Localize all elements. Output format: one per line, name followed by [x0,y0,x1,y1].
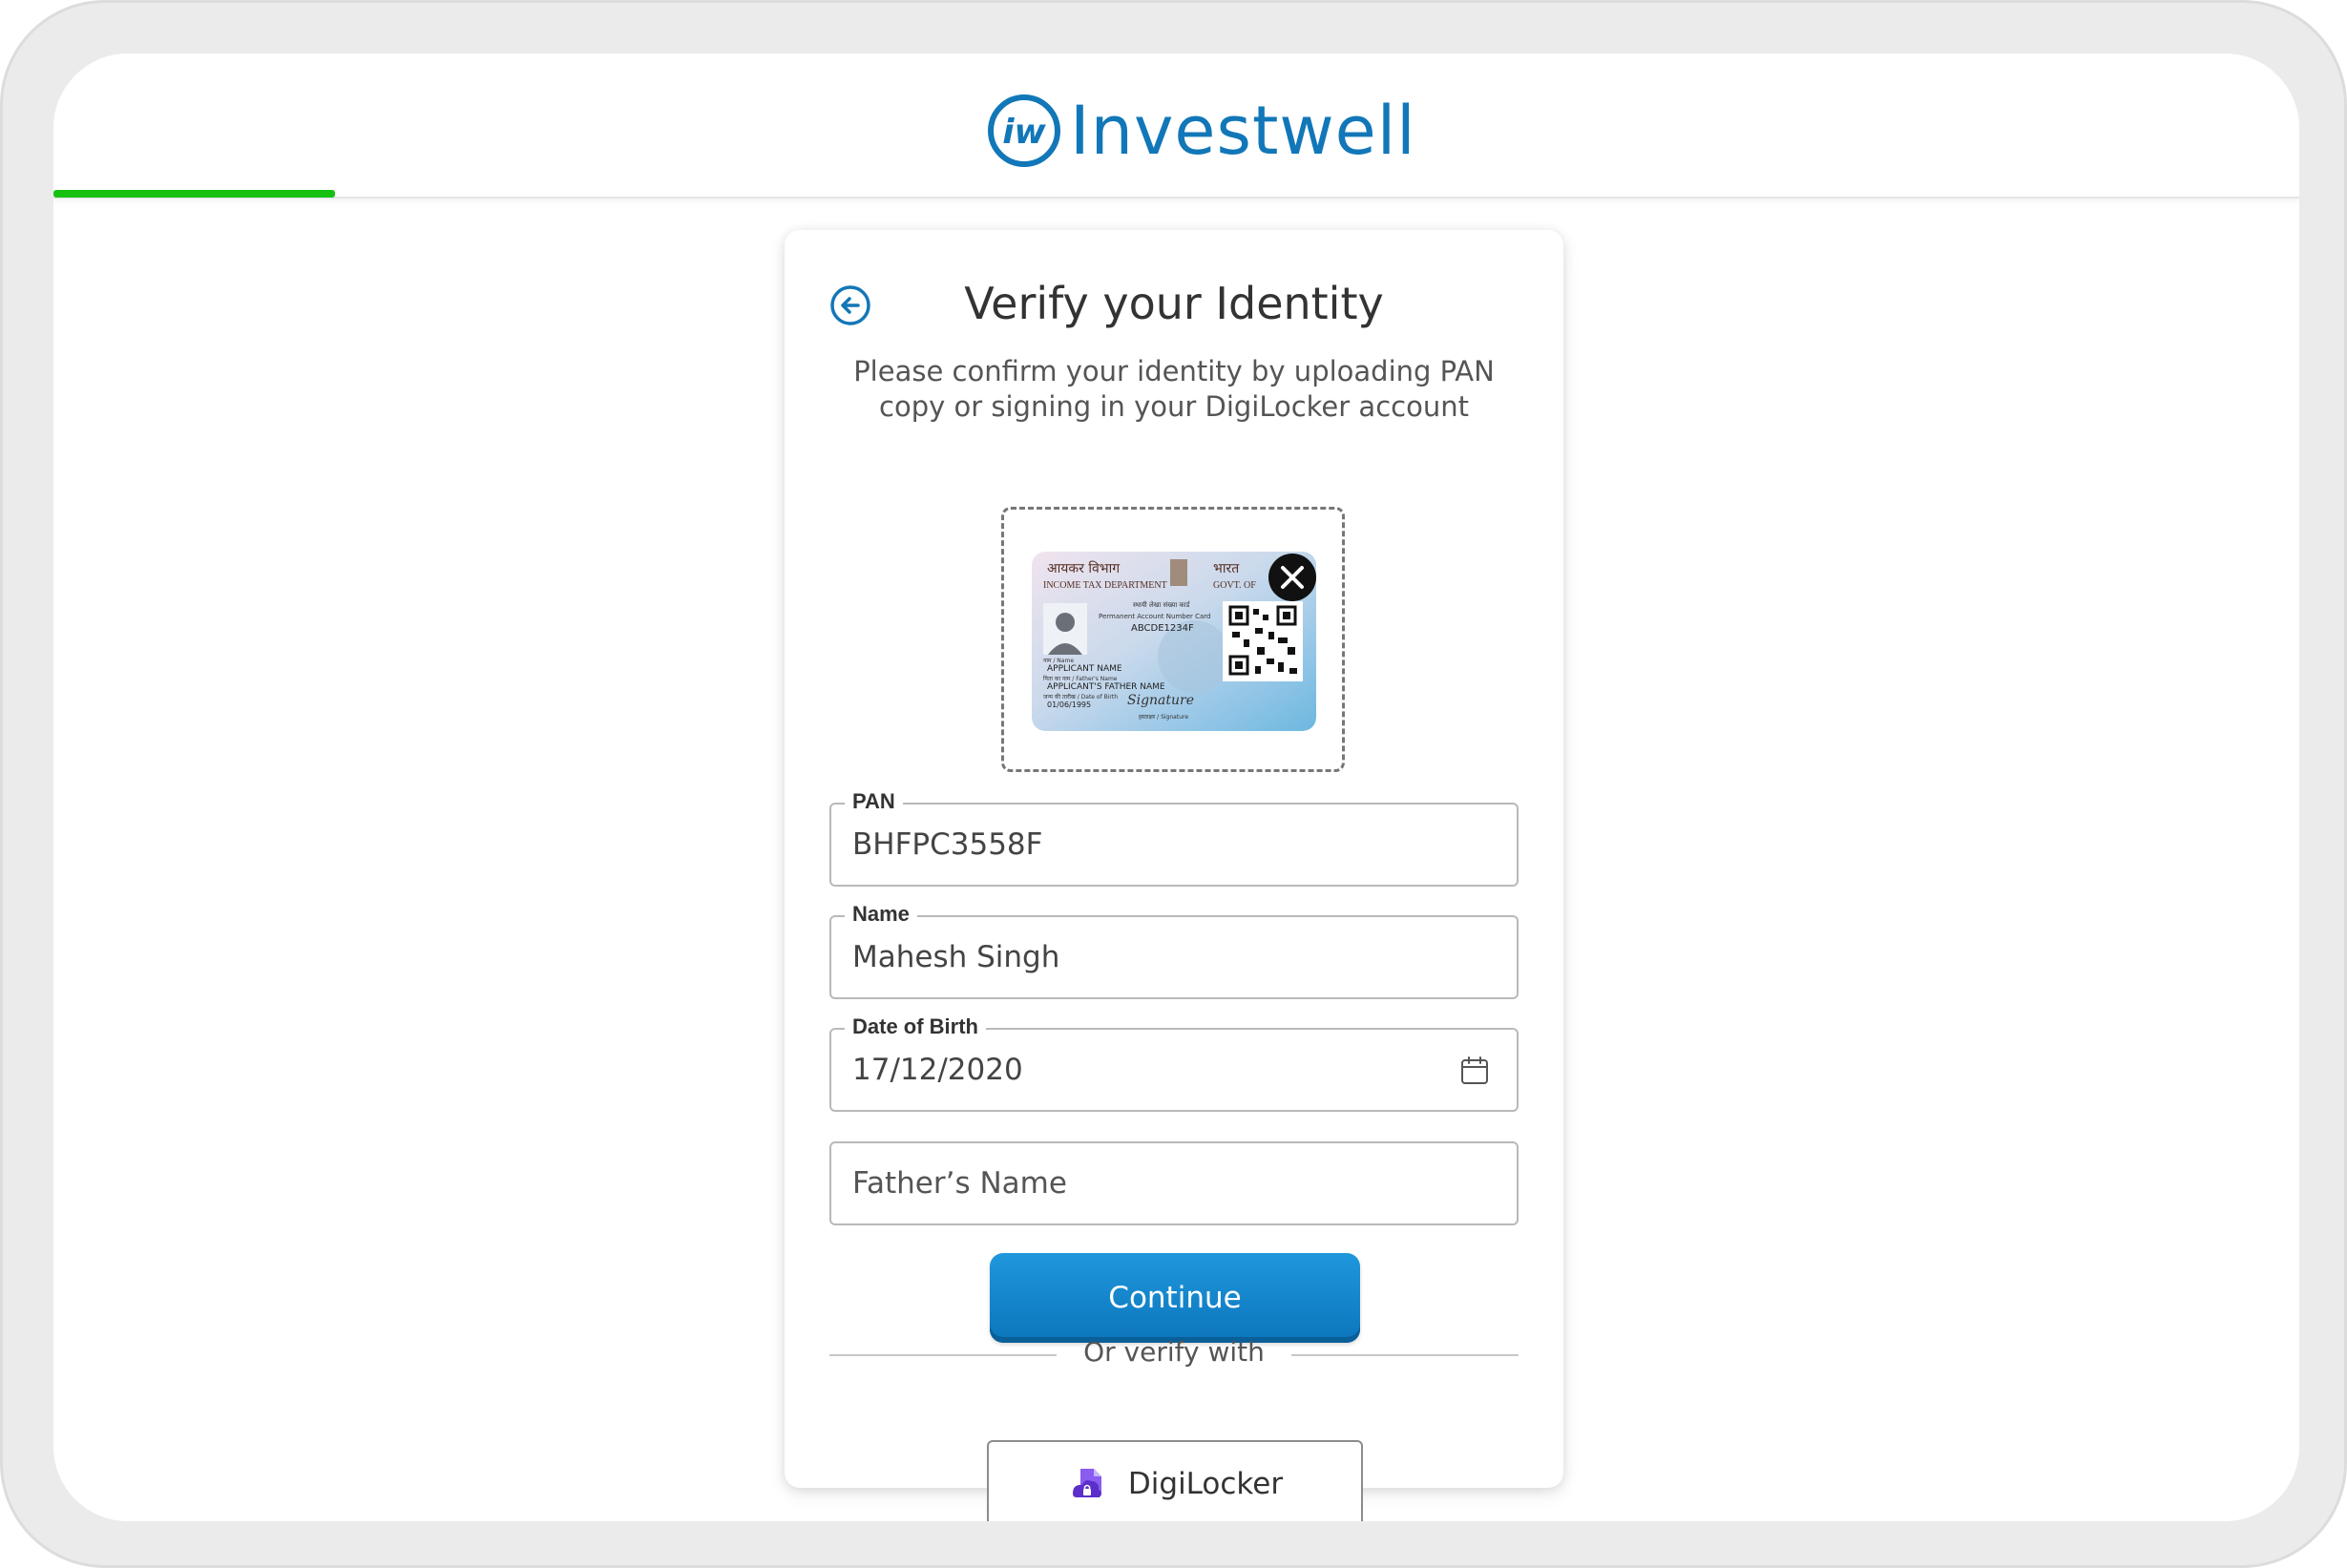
pan-card-title: Permanent Account Number Card [1099,613,1211,620]
page-title: Verify your Identity [964,278,1384,329]
emblem-icon [1170,559,1187,586]
onboarding-progress-bar [53,190,335,198]
pan-input[interactable] [852,822,1463,868]
pan-number: ABCDE1234F [1131,623,1194,634]
dob-field: Date of Birth [829,1014,1519,1112]
father-name-field [829,1141,1519,1225]
or-verify-text: Or verify with [1083,1336,1265,1368]
top-header: iw Investwell [53,53,2299,199]
name-field-label: Name [845,902,917,927]
pan-signature: Signature [1127,693,1194,708]
close-circle-icon[interactable] [1267,552,1318,603]
app-screen: iw Investwell Verify your Identity Pleas… [53,53,2299,1521]
pan-field-label: PAN [845,789,903,814]
verify-identity-card: Verify your Identity Please confirm your… [785,230,1563,1521]
digilocker-button[interactable]: DigiLocker [987,1440,1363,1521]
dob-field-label: Date of Birth [845,1014,986,1039]
divider-line-right [1291,1354,1519,1356]
calendar-icon[interactable] [1459,1056,1490,1086]
name-field: Name [829,902,1519,999]
pan-dept: INCOME TAX DEPARTMENT [1043,580,1167,591]
pan-card-title-hi: स्थायी लेखा संख्या कार्ड [1133,600,1190,609]
or-verify-divider: Or verify with [829,1323,1519,1380]
pan-name-label: नाम / Name [1043,658,1074,664]
father-name-input[interactable] [852,1160,1463,1206]
pan-header-hi-right: भारत [1213,561,1240,576]
pan-dob: 01/06/1995 [1047,700,1091,709]
pan-dob-label: जन्म की तारीख / Date of Birth [1043,693,1118,700]
name-input[interactable] [852,934,1463,980]
pan-father: APPLICANT'S FATHER NAME [1047,682,1165,692]
qr-code-icon [1223,601,1303,681]
pan-field: PAN [829,789,1519,887]
brand-name: Investwell [1070,92,1416,170]
investwell-logo: iw Investwell [986,88,1416,174]
logo-mark-text: iw [1002,113,1046,152]
digilocker-icon [1072,1469,1101,1497]
pan-name: APPLICANT NAME [1047,664,1122,674]
pan-header-hi: आयकर विभाग [1047,560,1121,576]
page-subtitle: Please confirm your identity by uploadin… [853,355,1495,423]
pan-upload-area[interactable]: आयकर विभाग भारत INCOME TAX DEPARTMENT GO… [1001,507,1345,772]
digilocker-label: DigiLocker [1127,1467,1284,1501]
pan-signature-label: हस्ताक्षर / Signature [1139,714,1188,721]
dob-input[interactable] [852,1047,1463,1093]
pan-govt: GOVT. OF [1213,580,1256,591]
pan-father-label: पिता का नाम / Father's Name [1043,675,1118,682]
investwell-logo-icon: iw [988,94,1060,167]
